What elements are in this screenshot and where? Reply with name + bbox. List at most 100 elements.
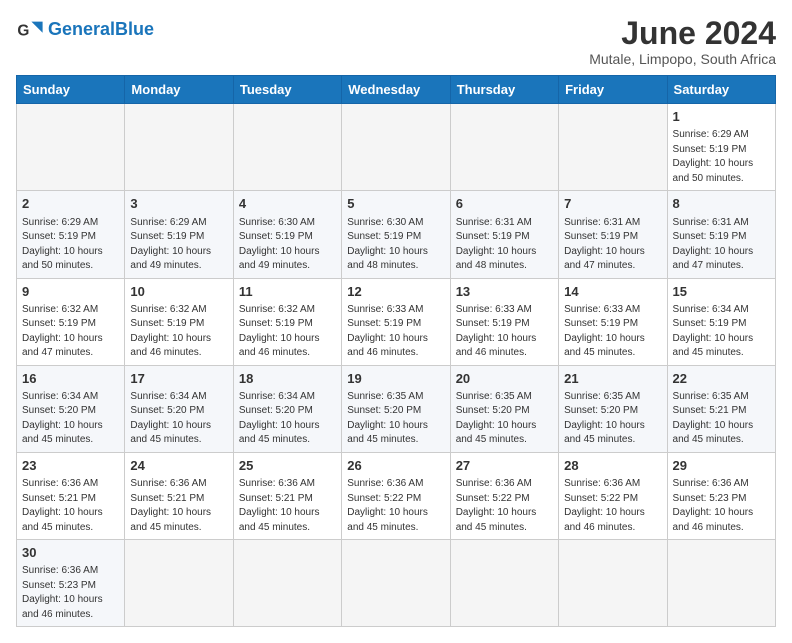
day-number: 22 (673, 370, 770, 388)
day-number: 6 (456, 195, 553, 213)
day-info: Sunrise: 6:36 AM Sunset: 5:23 PM Dayligh… (22, 564, 119, 622)
logo: G GeneralBlue (16, 16, 154, 44)
calendar-cell: 23 Sunrise: 6:36 AM Sunset: 5:21 PM Dayli… (17, 452, 125, 539)
location-subtitle: Mutale, Limpopo, South Africa (589, 51, 776, 67)
day-info: Sunrise: 6:32 AM Sunset: 5:19 PM Dayligh… (22, 303, 119, 361)
weekday-header-saturday: Saturday (667, 76, 775, 104)
day-number: 25 (239, 457, 336, 475)
weekday-header-tuesday: Tuesday (233, 76, 341, 104)
calendar-cell: 18Sunrise: 6:34 AM Sunset: 5:20 PM Dayli… (233, 365, 341, 452)
day-number: 29 (673, 457, 770, 475)
calendar-cell (559, 540, 667, 627)
calendar-cell (233, 540, 341, 627)
month-title: June 2024 (589, 16, 776, 51)
day-number: 20 (456, 370, 553, 388)
calendar-cell: 16 Sunrise: 6:34 AM Sunset: 5:20 PM Dayli… (17, 365, 125, 452)
logo-text: GeneralBlue (48, 20, 154, 40)
calendar-week-4: 16 Sunrise: 6:34 AM Sunset: 5:20 PM Dayli… (17, 365, 776, 452)
weekday-header-wednesday: Wednesday (342, 76, 450, 104)
svg-text:G: G (17, 23, 29, 40)
calendar-cell: 27 Sunrise: 6:36 AM Sunset: 5:22 PM Dayli… (450, 452, 558, 539)
day-number: 5 (347, 195, 444, 213)
calendar-cell: 20 Sunrise: 6:35 AM Sunset: 5:20 PM Dayli… (450, 365, 558, 452)
calendar-week-5: 23 Sunrise: 6:36 AM Sunset: 5:21 PM Dayli… (17, 452, 776, 539)
day-number: 8 (673, 195, 770, 213)
calendar-cell: 1 Sunrise: 6:29 AM Sunset: 5:19 PM Daylig… (667, 104, 775, 191)
calendar-cell (342, 540, 450, 627)
day-info: Sunrise: 6:31 AM Sunset: 5:19 PM Dayligh… (564, 216, 661, 274)
day-number: 27 (456, 457, 553, 475)
calendar-cell: 19 Sunrise: 6:35 AM Sunset: 5:20 PM Dayli… (342, 365, 450, 452)
calendar-cell: 17Sunrise: 6:34 AM Sunset: 5:20 PM Dayli… (125, 365, 233, 452)
day-info: Sunrise: 6:29 AM Sunset: 5:19 PM Dayligh… (673, 128, 770, 186)
day-info: Sunrise: 6:31 AM Sunset: 5:19 PM Dayligh… (673, 216, 770, 274)
title-area: June 2024 Mutale, Limpopo, South Africa (589, 16, 776, 67)
day-number: 19 (347, 370, 444, 388)
day-info: Sunrise: 6:32 AM Sunset: 5:19 PM Dayligh… (130, 303, 227, 361)
calendar-cell: 28 Sunrise: 6:36 AM Sunset: 5:22 PM Dayli… (559, 452, 667, 539)
day-number: 15 (673, 283, 770, 301)
day-info: Sunrise: 6:33 AM Sunset: 5:19 PM Dayligh… (564, 303, 661, 361)
calendar-cell: 11 Sunrise: 6:32 AM Sunset: 5:19 PM Dayli… (233, 278, 341, 365)
day-number: 11 (239, 283, 336, 301)
day-number: 12 (347, 283, 444, 301)
day-info: Sunrise: 6:35 AM Sunset: 5:20 PM Dayligh… (456, 390, 553, 448)
day-number: 7 (564, 195, 661, 213)
weekday-header-sunday: Sunday (17, 76, 125, 104)
day-info: Sunrise: 6:32 AM Sunset: 5:19 PM Dayligh… (239, 303, 336, 361)
day-info: Sunrise: 6:34 AM Sunset: 5:20 PM Dayligh… (130, 390, 227, 448)
day-number: 10 (130, 283, 227, 301)
day-number: 23 (22, 457, 119, 475)
calendar-cell: 7 Sunrise: 6:31 AM Sunset: 5:19 PM Daylig… (559, 191, 667, 278)
day-number: 13 (456, 283, 553, 301)
day-info: Sunrise: 6:36 AM Sunset: 5:22 PM Dayligh… (564, 477, 661, 535)
day-info: Sunrise: 6:36 AM Sunset: 5:23 PM Dayligh… (673, 477, 770, 535)
logo-blue: Blue (115, 19, 154, 39)
calendar-cell: 26 Sunrise: 6:36 AM Sunset: 5:22 PM Dayli… (342, 452, 450, 539)
day-number: 3 (130, 195, 227, 213)
calendar-cell (125, 104, 233, 191)
day-info: Sunrise: 6:36 AM Sunset: 5:22 PM Dayligh… (456, 477, 553, 535)
day-number: 18 (239, 370, 336, 388)
day-info: Sunrise: 6:29 AM Sunset: 5:19 PM Dayligh… (22, 216, 119, 274)
day-info: Sunrise: 6:35 AM Sunset: 5:20 PM Dayligh… (564, 390, 661, 448)
calendar-cell: 6Sunrise: 6:31 AM Sunset: 5:19 PM Daylig… (450, 191, 558, 278)
calendar-cell (342, 104, 450, 191)
weekday-header-monday: Monday (125, 76, 233, 104)
calendar-cell: 12 Sunrise: 6:33 AM Sunset: 5:19 PM Dayli… (342, 278, 450, 365)
day-number: 14 (564, 283, 661, 301)
calendar-week-3: 9 Sunrise: 6:32 AM Sunset: 5:19 PM Daylig… (17, 278, 776, 365)
day-info: Sunrise: 6:34 AM Sunset: 5:20 PM Dayligh… (22, 390, 119, 448)
calendar-cell: 3 Sunrise: 6:29 AM Sunset: 5:19 PM Daylig… (125, 191, 233, 278)
calendar-cell: 29 Sunrise: 6:36 AM Sunset: 5:23 PM Dayli… (667, 452, 775, 539)
day-info: Sunrise: 6:36 AM Sunset: 5:22 PM Dayligh… (347, 477, 444, 535)
day-number: 2 (22, 195, 119, 213)
day-info: Sunrise: 6:36 AM Sunset: 5:21 PM Dayligh… (22, 477, 119, 535)
calendar-cell: 13 Sunrise: 6:33 AM Sunset: 5:19 PM Dayli… (450, 278, 558, 365)
weekday-header-row: SundayMondayTuesdayWednesdayThursdayFrid… (17, 76, 776, 104)
day-info: Sunrise: 6:33 AM Sunset: 5:19 PM Dayligh… (347, 303, 444, 361)
day-number: 1 (673, 108, 770, 126)
calendar-cell: 25 Sunrise: 6:36 AM Sunset: 5:21 PM Dayli… (233, 452, 341, 539)
day-number: 16 (22, 370, 119, 388)
calendar-cell (233, 104, 341, 191)
calendar-cell: 24Sunrise: 6:36 AM Sunset: 5:21 PM Dayli… (125, 452, 233, 539)
day-info: Sunrise: 6:36 AM Sunset: 5:21 PM Dayligh… (239, 477, 336, 535)
day-number: 28 (564, 457, 661, 475)
calendar-cell: 21Sunrise: 6:35 AM Sunset: 5:20 PM Dayli… (559, 365, 667, 452)
calendar-cell: 15Sunrise: 6:34 AM Sunset: 5:19 PM Dayli… (667, 278, 775, 365)
calendar-week-1: 1 Sunrise: 6:29 AM Sunset: 5:19 PM Daylig… (17, 104, 776, 191)
logo-icon: G (16, 16, 44, 44)
calendar-week-6: 30Sunrise: 6:36 AM Sunset: 5:23 PM Dayli… (17, 540, 776, 627)
calendar-cell: 30Sunrise: 6:36 AM Sunset: 5:23 PM Dayli… (17, 540, 125, 627)
day-info: Sunrise: 6:33 AM Sunset: 5:19 PM Dayligh… (456, 303, 553, 361)
calendar-cell (450, 104, 558, 191)
day-info: Sunrise: 6:29 AM Sunset: 5:19 PM Dayligh… (130, 216, 227, 274)
day-number: 9 (22, 283, 119, 301)
day-number: 26 (347, 457, 444, 475)
calendar-cell: 14 Sunrise: 6:33 AM Sunset: 5:19 PM Dayli… (559, 278, 667, 365)
weekday-header-thursday: Thursday (450, 76, 558, 104)
day-info: Sunrise: 6:35 AM Sunset: 5:20 PM Dayligh… (347, 390, 444, 448)
logo-general: General (48, 19, 115, 39)
calendar-week-2: 2 Sunrise: 6:29 AM Sunset: 5:19 PM Daylig… (17, 191, 776, 278)
